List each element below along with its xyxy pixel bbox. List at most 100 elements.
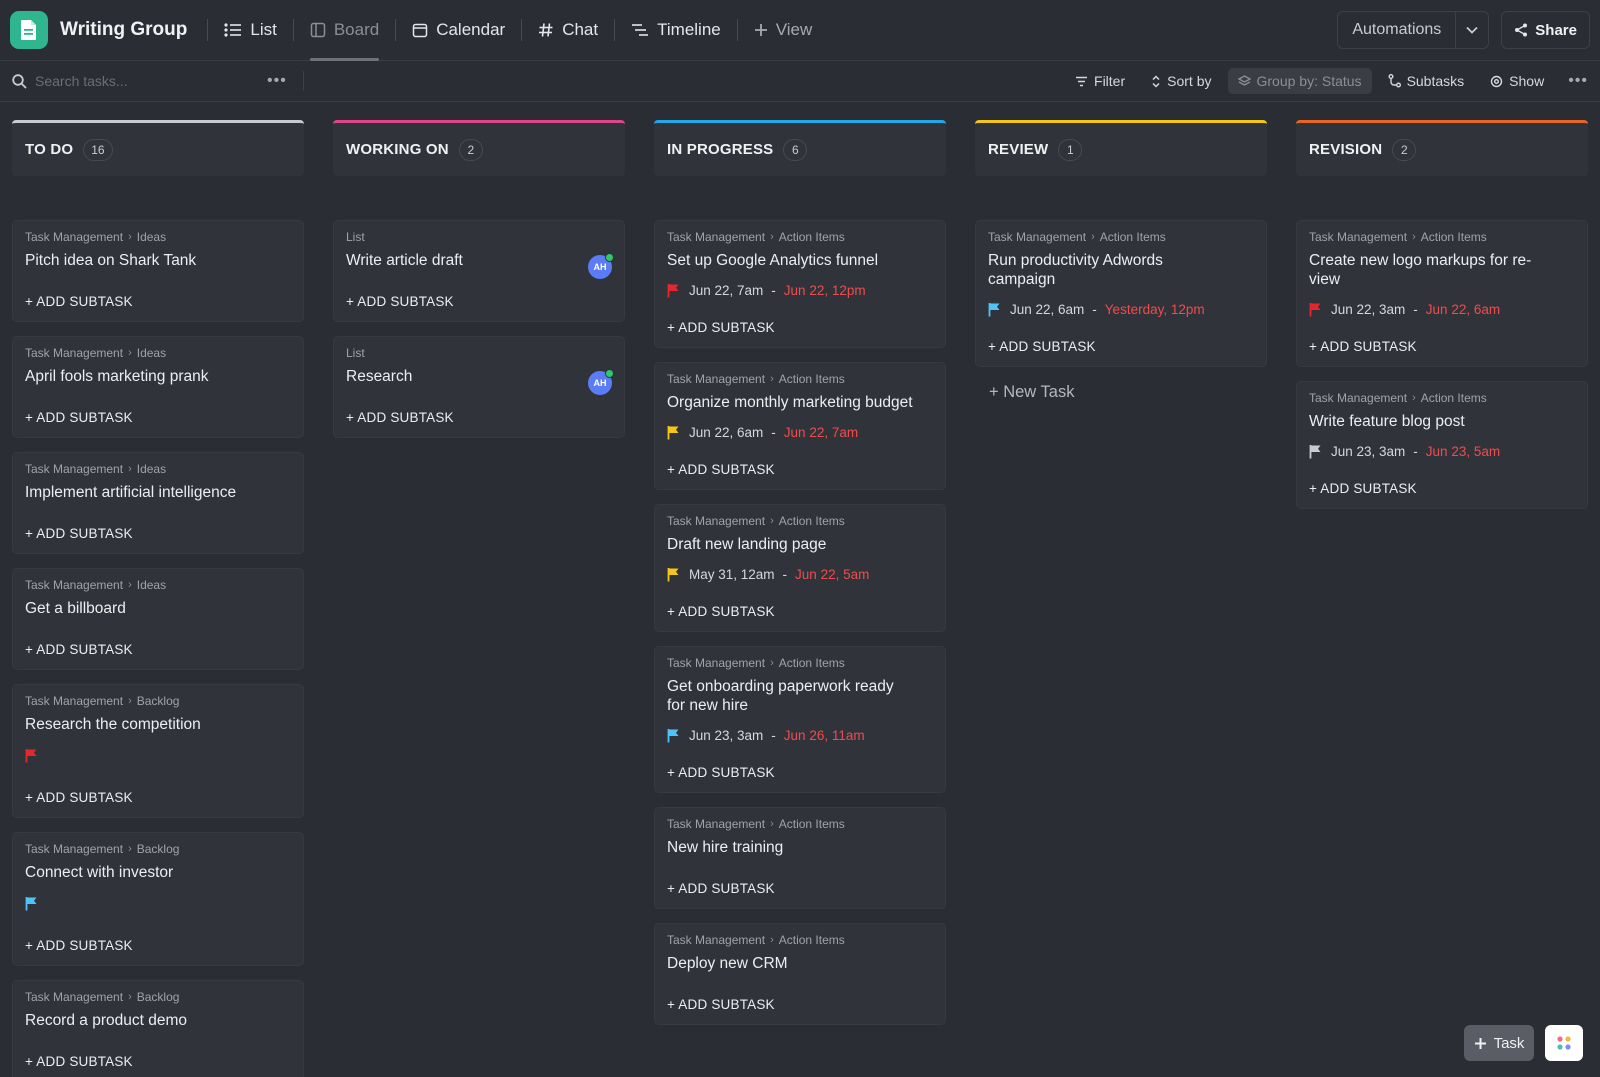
task-card[interactable]: Task Management › Action Items Draft new … xyxy=(654,504,946,632)
share-button[interactable]: Share xyxy=(1501,11,1590,49)
column-header[interactable]: REVISION 2 xyxy=(1296,120,1588,176)
breadcrumb-list[interactable]: Backlog xyxy=(137,990,180,1004)
red-flag-icon[interactable] xyxy=(667,283,681,298)
task-title[interactable]: Record a product demo xyxy=(25,1011,291,1030)
add-subtask-button[interactable]: + ADD SUBTASK xyxy=(25,938,291,953)
breadcrumb-parent[interactable]: Task Management xyxy=(25,842,123,856)
subtasks-button[interactable]: Subtasks xyxy=(1378,68,1475,94)
task-card[interactable]: Task Management › Backlog Connect with in… xyxy=(12,832,304,966)
document-icon[interactable] xyxy=(10,11,48,49)
column-header[interactable]: IN PROGRESS 6 xyxy=(654,120,946,176)
breadcrumb-parent[interactable]: List xyxy=(346,230,365,244)
task-dates[interactable]: May 31, 12am - Jun 22, 5am xyxy=(667,567,933,582)
task-card[interactable]: Task Management › Action Items Deploy new… xyxy=(654,923,946,1025)
breadcrumb-parent[interactable]: Task Management xyxy=(667,656,765,670)
tab-board[interactable]: Board xyxy=(294,0,395,61)
red-flag-icon[interactable] xyxy=(25,748,39,763)
task-title[interactable]: New hire training xyxy=(667,838,933,857)
add-subtask-button[interactable]: + ADD SUBTASK xyxy=(667,320,933,335)
task-card[interactable]: Task Management › Action Items Write feat… xyxy=(1296,381,1588,509)
task-card[interactable]: Task Management › Action Items Set up Goo… xyxy=(654,220,946,348)
sort-button[interactable]: Sort by xyxy=(1141,68,1221,94)
tab-timeline[interactable]: Timeline xyxy=(615,0,737,61)
task-title[interactable]: April fools marketing prank xyxy=(25,367,291,386)
task-title[interactable]: Pitch idea on Shark Tank xyxy=(25,251,291,270)
breadcrumb-parent[interactable]: Task Management xyxy=(25,990,123,1004)
breadcrumb-list[interactable]: Action Items xyxy=(1421,230,1487,244)
breadcrumb-parent[interactable]: List xyxy=(346,346,365,360)
breadcrumb-list[interactable]: Ideas xyxy=(137,578,166,592)
task-card[interactable]: List Research AH + ADD SUBTASK xyxy=(333,336,625,438)
task-title[interactable]: Draft new landing page xyxy=(667,535,933,554)
tab-list[interactable]: List xyxy=(208,0,292,61)
task-card[interactable]: Task Management › Ideas Get a billboard +… xyxy=(12,568,304,670)
task-title[interactable]: Deploy new CRM xyxy=(667,954,933,973)
task-card[interactable]: Task Management › Action Items New hire t… xyxy=(654,807,946,909)
breadcrumb-list[interactable]: Ideas xyxy=(137,230,166,244)
yellow-flag-icon[interactable] xyxy=(667,425,681,440)
blue-flag-icon[interactable] xyxy=(25,896,39,911)
add-subtask-button[interactable]: + ADD SUBTASK xyxy=(667,997,933,1012)
breadcrumb-list[interactable]: Action Items xyxy=(779,933,845,947)
task-card[interactable]: Task Management › Action Items Run produc… xyxy=(975,220,1267,367)
breadcrumb-list[interactable]: Backlog xyxy=(137,694,180,708)
task-card[interactable]: Task Management › Action Items Create new… xyxy=(1296,220,1588,367)
task-dates[interactable]: Jun 22, 6am - Yesterday, 12pm xyxy=(988,302,1254,317)
task-card[interactable]: Task Management › Backlog Record a produc… xyxy=(12,980,304,1077)
add-subtask-button[interactable]: + ADD SUBTASK xyxy=(667,462,933,477)
task-dates[interactable]: Jun 23, 3am - Jun 23, 5am xyxy=(1309,444,1575,459)
breadcrumb-parent[interactable]: Task Management xyxy=(667,933,765,947)
tab-chat[interactable]: Chat xyxy=(522,0,614,61)
search-input[interactable] xyxy=(35,73,225,89)
task-title[interactable]: Implement artificial intelligence xyxy=(25,483,291,502)
breadcrumb-parent[interactable]: Task Management xyxy=(25,462,123,476)
breadcrumb-list[interactable]: Action Items xyxy=(1421,391,1487,405)
task-title[interactable]: Write feature blog post xyxy=(1309,412,1575,431)
task-title[interactable]: Run productivity Adwords campaign xyxy=(988,251,1254,289)
add-subtask-button[interactable]: + ADD SUBTASK xyxy=(346,410,612,425)
breadcrumb-list[interactable]: Action Items xyxy=(779,656,845,670)
blue-flag-icon[interactable] xyxy=(988,302,1002,317)
breadcrumb-parent[interactable]: Task Management xyxy=(25,346,123,360)
group-by-button[interactable]: Group by: Status xyxy=(1227,68,1372,94)
task-card[interactable]: Task Management › Ideas Implement artific… xyxy=(12,452,304,554)
breadcrumb-parent[interactable]: Task Management xyxy=(667,230,765,244)
task-title[interactable]: Research the competition xyxy=(25,715,291,734)
add-view-button[interactable]: View xyxy=(738,0,829,61)
new-task-button[interactable]: Task xyxy=(1464,1025,1534,1061)
breadcrumb-parent[interactable]: Task Management xyxy=(1309,391,1407,405)
add-subtask-button[interactable]: + ADD SUBTASK xyxy=(667,881,933,896)
yellow-flag-icon[interactable] xyxy=(667,567,681,582)
breadcrumb-parent[interactable]: Task Management xyxy=(25,694,123,708)
task-dates[interactable]: Jun 22, 3am - Jun 22, 6am xyxy=(1309,302,1575,317)
breadcrumb-list[interactable]: Ideas xyxy=(137,462,166,476)
task-card[interactable]: List Write article draft AH + ADD SUBTAS… xyxy=(333,220,625,322)
task-title[interactable]: Write article draft xyxy=(346,251,612,270)
breadcrumb-list[interactable]: Action Items xyxy=(779,817,845,831)
assignee-avatar[interactable]: AH xyxy=(588,253,614,279)
task-title[interactable]: Connect with investor xyxy=(25,863,291,882)
automations-dropdown[interactable] xyxy=(1456,12,1488,48)
task-priority[interactable] xyxy=(25,896,291,916)
more-options-icon[interactable]: ••• xyxy=(1568,72,1588,90)
task-title[interactable]: Get onboarding paperwork ready for new h… xyxy=(667,677,933,715)
task-dates[interactable]: Jun 22, 6am - Jun 22, 7am xyxy=(667,425,933,440)
search-options-icon[interactable]: ••• xyxy=(267,72,287,90)
task-card[interactable]: Task Management › Action Items Get onboar… xyxy=(654,646,946,793)
add-subtask-button[interactable]: + ADD SUBTASK xyxy=(346,294,612,309)
add-subtask-button[interactable]: + ADD SUBTASK xyxy=(25,410,291,425)
add-subtask-button[interactable]: + ADD SUBTASK xyxy=(25,642,291,657)
breadcrumb-list[interactable]: Action Items xyxy=(779,372,845,386)
blue-flag-icon[interactable] xyxy=(667,728,681,743)
task-title[interactable]: Set up Google Analytics funnel xyxy=(667,251,933,270)
breadcrumb-list[interactable]: Action Items xyxy=(1100,230,1166,244)
task-dates[interactable]: Jun 22, 7am - Jun 22, 12pm xyxy=(667,283,933,298)
assignee-avatar[interactable]: AH xyxy=(588,369,614,395)
column-header[interactable]: REVIEW 1 xyxy=(975,120,1267,176)
breadcrumb-parent[interactable]: Task Management xyxy=(25,230,123,244)
breadcrumb-parent[interactable]: Task Management xyxy=(988,230,1086,244)
column-header[interactable]: WORKING ON 2 xyxy=(333,120,625,176)
add-subtask-button[interactable]: + ADD SUBTASK xyxy=(667,765,933,780)
breadcrumb-parent[interactable]: Task Management xyxy=(667,514,765,528)
breadcrumb-list[interactable]: Action Items xyxy=(779,230,845,244)
